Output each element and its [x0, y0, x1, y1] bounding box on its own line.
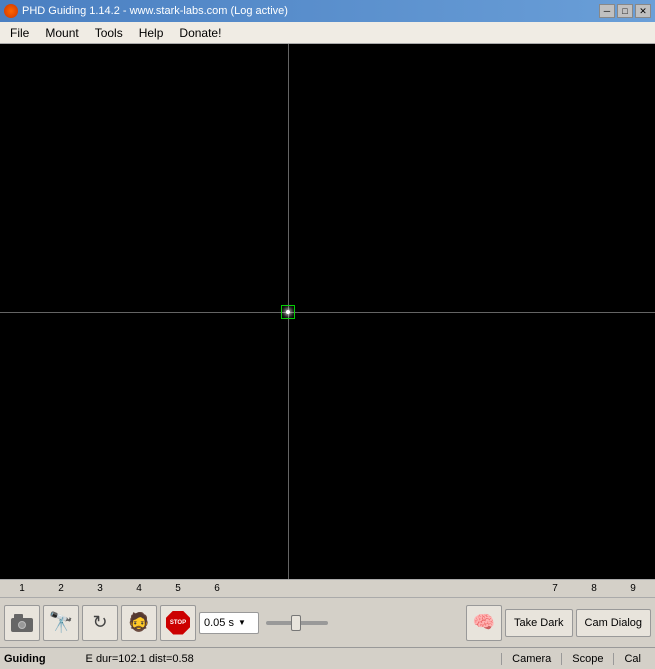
toolbar-number-labels: 1 2 3 4 5 6 7 8 9	[0, 579, 655, 597]
menu-help[interactable]: Help	[131, 24, 172, 42]
main-toolbar: 🔭 ↻ 🧔 STOP 0.05 s ▼ 🧠 Take Dark Cam Dial…	[0, 597, 655, 647]
minimize-button[interactable]: ─	[599, 4, 615, 18]
window-title: PHD Guiding 1.14.2 - www.stark-labs.com …	[22, 5, 288, 17]
crosshair-horizontal	[0, 312, 655, 313]
maximize-button[interactable]: □	[617, 4, 633, 18]
stop-button[interactable]: STOP	[160, 605, 196, 641]
menu-donate[interactable]: Donate!	[171, 24, 229, 42]
tool-number-8: 8	[576, 583, 612, 594]
exposure-value: 0.05 s	[204, 617, 234, 629]
face-icon: 🧔	[128, 612, 150, 633]
tool-number-6: 6	[199, 583, 235, 594]
menu-mount[interactable]: Mount	[37, 24, 86, 42]
status-info: E dur=102.1 dist=0.58	[66, 653, 502, 665]
menu-bar: File Mount Tools Help Donate!	[0, 22, 655, 44]
telescope-icon: 🔭	[49, 610, 74, 635]
exposure-dropdown[interactable]: 0.05 s ▼	[199, 612, 259, 634]
guide-face-button[interactable]: 🧔	[121, 605, 157, 641]
close-button[interactable]: ✕	[635, 4, 651, 18]
dropdown-arrow-icon: ▼	[238, 618, 246, 627]
camera-icon	[11, 614, 33, 632]
title-bar: PHD Guiding 1.14.2 - www.stark-labs.com …	[0, 0, 655, 22]
camera-view[interactable]	[0, 44, 655, 579]
status-scope: Scope	[561, 653, 613, 665]
take-dark-button[interactable]: Take Dark	[505, 609, 573, 637]
tool-number-7: 7	[537, 583, 573, 594]
gain-slider[interactable]	[266, 621, 328, 625]
gain-slider-container	[262, 612, 332, 634]
gain-slider-thumb[interactable]	[291, 615, 301, 631]
tool-number-5: 5	[160, 583, 196, 594]
camera-button[interactable]	[4, 605, 40, 641]
title-bar-controls[interactable]: ─ □ ✕	[599, 4, 651, 18]
tool-number-1: 1	[4, 583, 40, 594]
status-guiding: Guiding	[4, 653, 66, 665]
status-camera: Camera	[501, 653, 561, 665]
tool-number-4: 4	[121, 583, 157, 594]
tool-number-9: 9	[615, 583, 651, 594]
status-bar: Guiding E dur=102.1 dist=0.58 Camera Sco…	[0, 647, 655, 669]
brain-icon: 🧠	[473, 612, 495, 633]
cam-dialog-button[interactable]: Cam Dialog	[576, 609, 651, 637]
loop-icon: ↻	[92, 612, 107, 633]
title-bar-left: PHD Guiding 1.14.2 - www.stark-labs.com …	[4, 4, 288, 18]
app-icon	[4, 4, 18, 18]
status-cal: Cal	[613, 653, 651, 665]
tool-number-3: 3	[82, 583, 118, 594]
guide-star	[286, 310, 290, 314]
stop-icon: STOP	[166, 611, 190, 635]
menu-tools[interactable]: Tools	[87, 24, 131, 42]
menu-file[interactable]: File	[2, 24, 37, 42]
tool-number-2: 2	[43, 583, 79, 594]
telescope-button[interactable]: 🔭	[43, 605, 79, 641]
loop-button[interactable]: ↻	[82, 605, 118, 641]
brain-button[interactable]: 🧠	[466, 605, 502, 641]
